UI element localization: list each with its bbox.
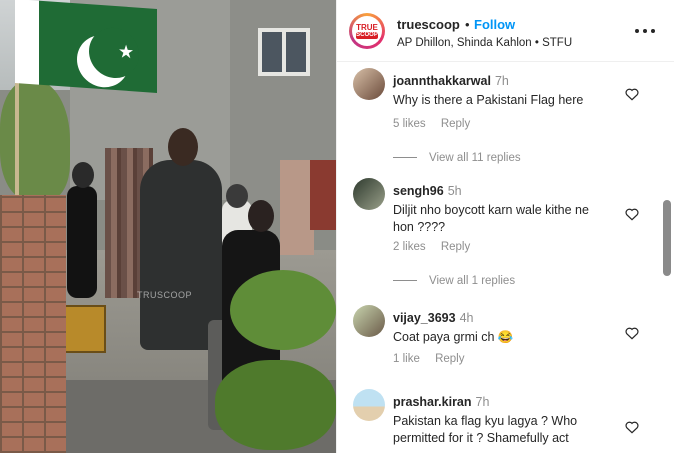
- comment-meta: 1 like Reply: [393, 353, 476, 365]
- comment-meta: 5 likes Reply: [393, 118, 482, 130]
- person-white-shirt-head: [226, 184, 248, 208]
- person-foreground-head: [248, 200, 274, 232]
- logo-text-bottom: SCOOP: [356, 32, 378, 39]
- comment-likes[interactable]: 2 likes: [393, 241, 426, 253]
- plant: [215, 360, 336, 450]
- comment-username[interactable]: sengh96 5h: [393, 184, 462, 198]
- comment-time: 7h: [494, 74, 509, 88]
- hanging-cloth: [280, 160, 314, 255]
- audio-label[interactable]: AP Dhillon, Shinda Kahlon • STFU: [397, 37, 572, 49]
- heart-icon[interactable]: [624, 206, 640, 222]
- comment-text: Pakistan ka flag kyu lagya ? Who permitt…: [393, 414, 578, 445]
- commenter-avatar[interactable]: [353, 305, 385, 337]
- comment-time: 4h: [459, 311, 474, 325]
- account-handle[interactable]: truescoop: [397, 17, 460, 32]
- comment-username[interactable]: vijay_3693 4h: [393, 311, 473, 325]
- comment-text: Coat paya grmi ch 😂: [393, 330, 514, 344]
- comments-list: joannthakkarwal 7h Why is there a Pakista…: [337, 62, 659, 453]
- comment-likes[interactable]: 1 like: [393, 353, 420, 365]
- hanging-cloth: [310, 160, 336, 230]
- flag-pole: [15, 70, 19, 200]
- brick-wall: [0, 195, 66, 453]
- person-main-actor-head: [168, 128, 198, 166]
- truescoop-logo: TRUE SCOOP: [353, 24, 381, 39]
- reply-button[interactable]: Reply: [435, 353, 464, 365]
- replies-divider: [393, 157, 417, 159]
- comment-username[interactable]: prashar.kiran 7h: [393, 395, 489, 409]
- plant: [230, 270, 336, 350]
- comment-username[interactable]: joannthakkarwal 7h: [393, 74, 509, 88]
- comment-text: Diljit nho boycott karn wale kithe ne ho…: [393, 203, 589, 234]
- more-options-icon[interactable]: [633, 20, 657, 40]
- comment-time: 5h: [447, 184, 462, 198]
- comment-text: Why is there a Pakistani Flag here: [393, 93, 584, 107]
- flag-star-icon: ★: [118, 41, 135, 63]
- comment-meta: 2 likes Reply: [393, 241, 482, 253]
- post-header: TRUE SCOOP truescoop • Follow AP Dhillon…: [337, 0, 674, 62]
- scrollbar-thumb[interactable]: [663, 200, 671, 276]
- replies-divider: [393, 280, 417, 282]
- comments-panel: TRUE SCOOP truescoop • Follow AP Dhillon…: [336, 0, 674, 453]
- view-replies-button[interactable]: View all 1 replies: [393, 275, 515, 287]
- yellow-crate: [64, 305, 106, 353]
- post-video[interactable]: ★ TRUSCOOP: [0, 0, 336, 453]
- tree: [0, 80, 70, 200]
- video-watermark: TRUSCOOP: [137, 290, 193, 300]
- comment-time: 7h: [475, 395, 490, 409]
- heart-icon[interactable]: [624, 325, 640, 341]
- flag: ★: [15, 0, 157, 93]
- commenter-avatar[interactable]: [353, 178, 385, 210]
- follow-button[interactable]: Follow: [474, 17, 515, 32]
- more-dot: [651, 29, 655, 33]
- building-window: [258, 28, 310, 76]
- heart-icon[interactable]: [624, 419, 640, 435]
- view-replies-button[interactable]: View all 11 replies: [393, 152, 521, 164]
- account-avatar[interactable]: TRUE SCOOP: [349, 13, 385, 49]
- logo-text-top: TRUE: [356, 23, 378, 32]
- comment-likes[interactable]: 5 likes: [393, 118, 426, 130]
- comments-scrollbar[interactable]: [659, 62, 674, 453]
- commenter-avatar[interactable]: [353, 389, 385, 421]
- instagram-post-viewer: ★ TRUSCOOP TRUE SCOOP truescoop • Follow…: [0, 0, 674, 453]
- heart-icon[interactable]: [624, 86, 640, 102]
- person-guard: [67, 186, 97, 298]
- more-dot: [635, 29, 639, 33]
- reply-button[interactable]: Reply: [441, 118, 470, 130]
- more-dot: [643, 29, 647, 33]
- person-guard-head: [72, 162, 94, 188]
- reply-button[interactable]: Reply: [441, 241, 470, 253]
- commenter-avatar[interactable]: [353, 68, 385, 100]
- header-separator: •: [465, 17, 470, 32]
- account-avatar-inner: TRUE SCOOP: [352, 16, 382, 46]
